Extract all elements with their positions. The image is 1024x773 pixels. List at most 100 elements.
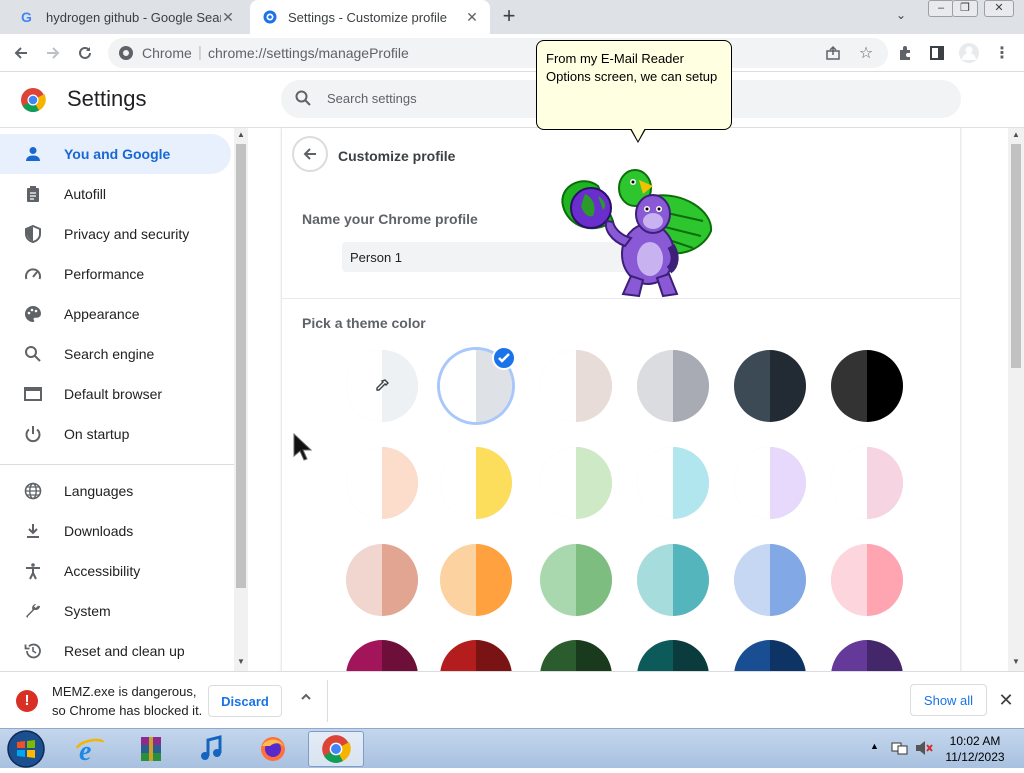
taskbar-firefox[interactable] [245,731,301,767]
theme-color-swatch[interactable] [540,544,612,616]
show-all-button[interactable]: Show all [910,684,987,716]
taskbar-music[interactable] [184,731,240,767]
theme-color-swatch[interactable] [734,350,806,422]
theme-color-swatch[interactable] [346,350,418,422]
profile-name-label: Name your Chrome profile [302,211,478,227]
separator: | [198,44,202,61]
scrollbar-thumb[interactable] [236,144,246,588]
theme-color-swatch[interactable] [637,350,709,422]
sidebar-item-label: Downloads [64,523,134,539]
volume-muted-icon[interactable] [914,739,934,762]
sidebar-item-system[interactable]: System [0,591,231,631]
network-icon[interactable] [890,739,908,762]
sidebar-item-on-startup[interactable]: On startup [0,414,231,454]
accessibility-icon [24,562,42,580]
site-name: Chrome [142,45,192,61]
sidebar-item-search-engine[interactable]: Search engine [0,334,231,374]
taskbar-winrar[interactable] [123,731,179,767]
start-button[interactable] [6,730,46,773]
bookmark-star-icon[interactable]: ☆ [855,42,877,64]
bubble-text: From my E-Mail Reader Options screen, we… [546,51,718,84]
scroll-up-arrow-icon[interactable]: ▲ [1012,130,1020,139]
chevron-up-icon[interactable] [296,690,316,710]
sidebar-item-label: Autofill [64,186,107,202]
scroll-up-arrow-icon[interactable]: ▲ [237,130,245,139]
sidebar-item-downloads[interactable]: Downloads [0,511,231,551]
main-scrollbar[interactable]: ▲ ▼ [1008,128,1024,671]
theme-color-swatch[interactable] [540,447,612,519]
sidebar-item-label: Default browser [64,386,163,402]
google-icon: G [20,9,36,25]
swatch-left-half [734,350,770,422]
reload-icon[interactable] [74,42,96,64]
discard-button[interactable]: Discard [208,685,282,717]
theme-color-swatch[interactable] [440,447,512,519]
download-divider [327,680,328,722]
sidebar-item-autofill[interactable]: Autofill [0,174,231,214]
theme-color-swatch[interactable] [346,447,418,519]
theme-color-swatch[interactable] [346,544,418,616]
close-tab-icon[interactable]: ✕ [464,9,480,25]
mouse-cursor-icon [292,432,316,467]
sidebar-scrollbar[interactable]: ▲ ▼ [234,128,248,671]
taskbar-internet-explorer[interactable]: e [62,731,118,767]
gear-icon [262,9,278,25]
sidebar-item-languages[interactable]: Languages [0,471,231,511]
sidebar-item-privacy[interactable]: Privacy and security [0,214,231,254]
swatch-right-half [382,544,418,616]
sidebar-item-you-and-google[interactable]: You and Google [0,134,231,174]
url-text: chrome://settings/manageProfile [208,45,409,61]
tab-search-icon[interactable]: ⌄ [896,8,906,22]
shield-icon [24,224,42,244]
sidebar-item-label: Search engine [64,346,155,362]
sidebar-item-reset[interactable]: Reset and clean up [0,631,231,671]
sidebar-item-default-browser[interactable]: Default browser [0,374,231,414]
theme-color-swatch[interactable] [734,447,806,519]
theme-color-swatch[interactable] [734,544,806,616]
palette-icon [24,305,42,323]
theme-color-swatch[interactable] [540,350,612,422]
address-bar[interactable]: Chrome | chrome://settings/manageProfile [108,38,888,68]
sidebar-item-performance[interactable]: Performance [0,254,231,294]
theme-color-swatch[interactable] [831,350,903,422]
close-icon[interactable]: ✕ [996,690,1016,710]
scroll-down-arrow-icon[interactable]: ▼ [1012,657,1020,666]
swatch-right-half [476,447,512,519]
scrollbar-thumb[interactable] [1011,144,1021,368]
clock-time[interactable]: 10:02 AM [940,734,1010,748]
new-tab-button[interactable]: + [498,5,520,28]
back-arrow-icon[interactable] [10,42,32,64]
forward-arrow-icon[interactable] [42,42,64,64]
theme-color-swatch[interactable] [831,544,903,616]
restore-button[interactable]: ❐ [952,0,978,17]
extensions-puzzle-icon[interactable] [894,42,916,64]
download-message-line1: MEMZ.exe is dangerous, [52,684,197,699]
theme-color-swatch[interactable] [831,447,903,519]
show-hidden-icons-icon[interactable]: ▲ [870,741,879,751]
swatch-right-half [770,447,806,519]
swatch-right-half [576,544,612,616]
assistant-character[interactable] [553,166,715,305]
sidebar-item-accessibility[interactable]: Accessibility [0,551,231,591]
scroll-down-arrow-icon[interactable]: ▼ [237,657,245,666]
sidebar-item-appearance[interactable]: Appearance [0,294,231,334]
profile-avatar-icon[interactable] [958,42,980,64]
tab-google-search[interactable]: G hydrogen github - Google Search ✕ [8,0,246,34]
share-icon[interactable] [822,42,844,64]
theme-color-swatch[interactable] [637,544,709,616]
tab-strip: G hydrogen github - Google Search ✕ Sett… [0,0,1024,34]
theme-color-swatch[interactable] [440,544,512,616]
swatch-right-half [673,544,709,616]
window-close-button[interactable]: ✕ [984,0,1014,17]
more-vert-icon[interactable]: ⋮ [991,42,1013,64]
sidebar-item-label: Accessibility [64,563,141,579]
close-tab-icon[interactable]: ✕ [220,9,236,25]
taskbar-chrome[interactable] [308,731,364,767]
side-panel-icon[interactable] [926,42,948,64]
sidebar-divider [0,464,234,465]
tab-settings[interactable]: Settings - Customize profile ✕ [250,0,490,34]
clock-date[interactable]: 11/12/2023 [940,750,1010,764]
minimize-button[interactable]: – [928,0,954,17]
back-button[interactable] [292,136,328,172]
theme-color-swatch[interactable] [637,447,709,519]
